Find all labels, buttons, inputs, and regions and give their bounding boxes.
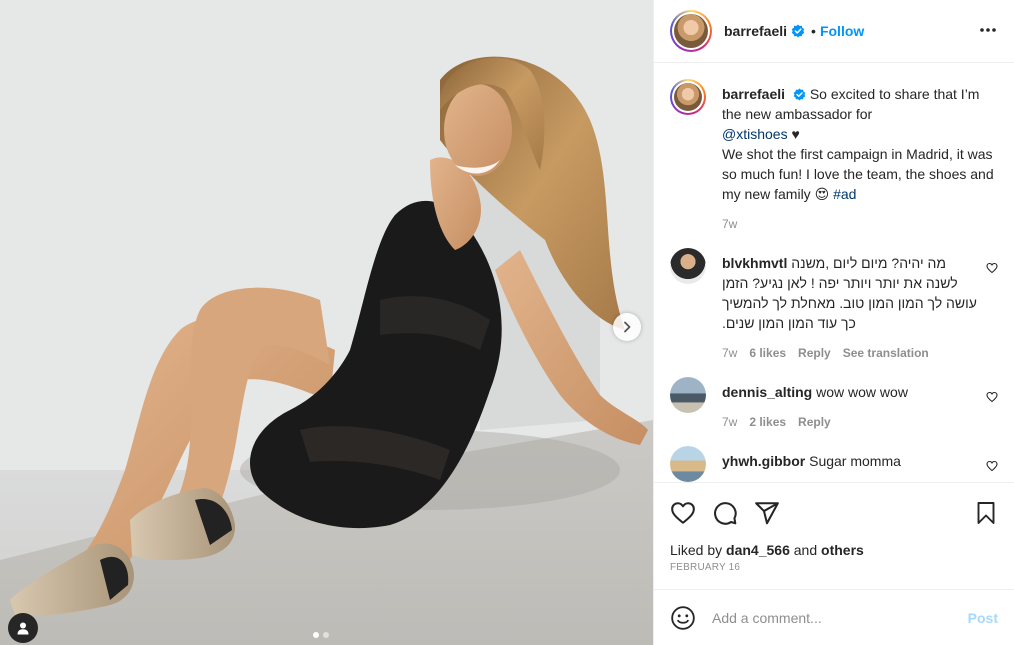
comment-avatar[interactable] xyxy=(670,248,706,284)
verified-badge-icon xyxy=(791,24,805,38)
more-options-button[interactable] xyxy=(978,20,998,43)
caption-emoji: 😍 xyxy=(814,186,830,202)
comment-item: dennis_alting wow wow wow 7w 2 likes Rep… xyxy=(670,377,998,432)
liked-by-prefix: Liked by xyxy=(670,542,723,558)
comment-time[interactable]: 7w xyxy=(722,412,737,432)
user-tag-icon xyxy=(17,622,29,635)
emoji-icon xyxy=(671,605,695,630)
comment-avatar[interactable] xyxy=(670,377,706,413)
liked-by-conj: and xyxy=(793,542,818,558)
comment-text: wow wow wow xyxy=(816,384,908,400)
add-comment-bar: Post xyxy=(654,589,1014,645)
reply-button[interactable]: Reply xyxy=(798,343,831,363)
post-actions xyxy=(654,482,1014,542)
tagged-users-button[interactable] xyxy=(8,613,38,643)
caption-text-2: We shot the first campaign in Madrid, it… xyxy=(722,146,994,202)
comment-item: yhwh.gibbor Sugar momma xyxy=(670,446,998,482)
comment-item: blvkhmvtl מה יהיה? מיום ליום ,משנה לשנה … xyxy=(670,248,998,363)
comments-list[interactable]: barrefaeli So excited to share that I’m … xyxy=(654,63,1014,482)
caption-avatar[interactable] xyxy=(670,79,706,115)
comment-time[interactable]: 7w xyxy=(722,343,737,363)
comment-button[interactable] xyxy=(712,500,738,526)
comment-avatar[interactable] xyxy=(670,446,706,482)
comment-likes[interactable]: 6 likes xyxy=(749,343,786,363)
carousel-dot-2 xyxy=(323,632,329,638)
comment-input[interactable] xyxy=(712,609,968,626)
comment-likes[interactable]: 2 likes xyxy=(749,412,786,432)
save-button[interactable] xyxy=(974,500,998,526)
verified-badge-icon xyxy=(793,88,806,101)
caption-hashtag[interactable]: #ad xyxy=(833,186,856,202)
author-avatar[interactable] xyxy=(670,10,712,52)
post-comment-button[interactable]: Post xyxy=(968,610,998,626)
header-separator: • xyxy=(811,23,816,39)
post-dialog: barrefaeli • Follow barrefaeli So excite… xyxy=(0,0,1014,645)
post-side-panel: barrefaeli • Follow barrefaeli So excite… xyxy=(653,0,1014,645)
like-comment-icon[interactable] xyxy=(986,460,998,472)
caption: barrefaeli So excited to share that I’m … xyxy=(670,79,998,234)
bookmark-icon xyxy=(977,501,995,524)
caption-mention[interactable]: @xtishoes xyxy=(722,126,788,142)
comment-username[interactable]: yhwh.gibbor xyxy=(722,453,805,469)
carousel-next-button[interactable] xyxy=(613,313,641,341)
caption-time[interactable]: 7w xyxy=(722,214,737,234)
comment-icon xyxy=(714,501,737,525)
carousel-indicator xyxy=(313,632,329,638)
liked-by: Liked by dan4_566 and others xyxy=(654,542,1014,558)
caption-heart: ♥ xyxy=(791,126,800,142)
heart-icon xyxy=(671,501,695,524)
like-button[interactable] xyxy=(670,500,696,526)
follow-button[interactable]: Follow xyxy=(820,23,864,39)
comment-username[interactable]: dennis_alting xyxy=(722,384,812,400)
share-button[interactable] xyxy=(754,500,780,526)
liked-by-others[interactable]: others xyxy=(821,542,864,558)
post-photo xyxy=(0,0,653,645)
post-date[interactable]: FEBRUARY 16 xyxy=(654,558,1014,589)
comment-username[interactable]: blvkhmvtl xyxy=(722,255,787,271)
liked-by-user[interactable]: dan4_566 xyxy=(726,542,790,558)
chevron-right-icon xyxy=(624,321,631,333)
like-comment-icon[interactable] xyxy=(986,262,998,274)
more-horizontal-icon xyxy=(980,27,996,32)
author-username[interactable]: barrefaeli xyxy=(724,23,787,39)
carousel-dot-1 xyxy=(313,632,319,638)
emoji-button[interactable] xyxy=(670,605,696,631)
caption-username[interactable]: barrefaeli xyxy=(722,86,785,102)
post-media[interactable] xyxy=(0,0,653,645)
see-translation-button[interactable]: See translation xyxy=(843,343,929,363)
reply-button[interactable]: Reply xyxy=(798,412,831,432)
send-icon xyxy=(755,501,779,524)
post-header: barrefaeli • Follow xyxy=(654,0,1014,63)
comment-text: Sugar momma xyxy=(809,453,901,469)
like-comment-icon[interactable] xyxy=(986,391,998,403)
